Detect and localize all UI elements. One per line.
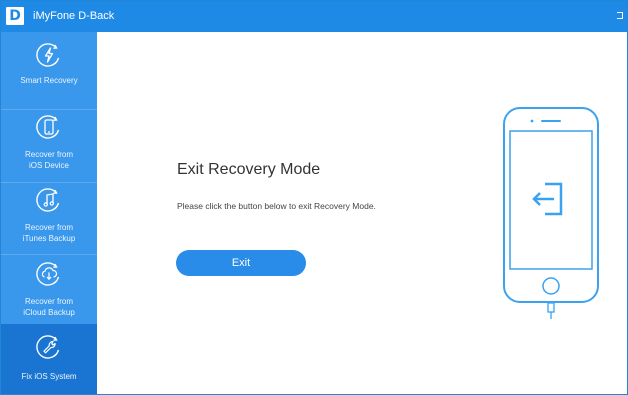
sidebar-item-ios-device[interactable]: Recover from iOS Device	[1, 112, 97, 176]
main-panel: Exit Recovery Mode Please click the butt…	[97, 32, 627, 394]
sidebar-item-fix-ios-system[interactable]: Fix iOS System	[1, 324, 97, 394]
exit-button[interactable]: Exit	[176, 250, 306, 276]
sidebar-item-sublabel: iOS Device	[28, 161, 69, 170]
sidebar-item-itunes-backup[interactable]: Recover from iTunes Backup	[1, 185, 97, 251]
sidebar-item-sublabel: iTunes Backup	[22, 234, 76, 243]
sidebar-divider	[1, 182, 97, 183]
instruction-text: Please click the button below to exit Re…	[177, 201, 376, 211]
cloud-download-icon	[36, 262, 60, 286]
phone-icon	[36, 115, 60, 139]
sidebar-divider	[1, 109, 97, 110]
sidebar-item-icloud-backup[interactable]: Recover from iCloud Backup	[1, 259, 97, 323]
phone-illustration	[503, 107, 599, 319]
sidebar-divider	[1, 254, 97, 255]
lightning-icon	[36, 43, 60, 67]
title-bar: D iMyFone D-Back	[1, 1, 627, 32]
app-title: iMyFone D-Back	[33, 10, 115, 22]
sidebar: Smart Recovery Recover from iOS Device R…	[1, 32, 97, 394]
music-note-icon	[36, 188, 60, 212]
sidebar-item-label: Recover from	[24, 297, 73, 306]
page-title: Exit Recovery Mode	[177, 161, 321, 178]
app-window: D iMyFone D-Back Smart Recovery Recover …	[0, 0, 628, 395]
sidebar-item-label: Recover from	[24, 150, 73, 159]
sidebar-item-label: Smart Recovery	[20, 76, 78, 85]
window-control-icon	[617, 12, 623, 19]
sidebar-item-label: Recover from	[24, 223, 73, 232]
sidebar-item-sublabel: iCloud Backup	[23, 308, 75, 317]
wrench-icon	[36, 335, 60, 359]
sidebar-item-smart-recovery[interactable]: Smart Recovery	[1, 40, 97, 106]
sidebar-item-label: Fix iOS System	[21, 372, 77, 381]
window-control-button[interactable]	[615, 9, 625, 23]
app-logo: D	[6, 7, 24, 25]
